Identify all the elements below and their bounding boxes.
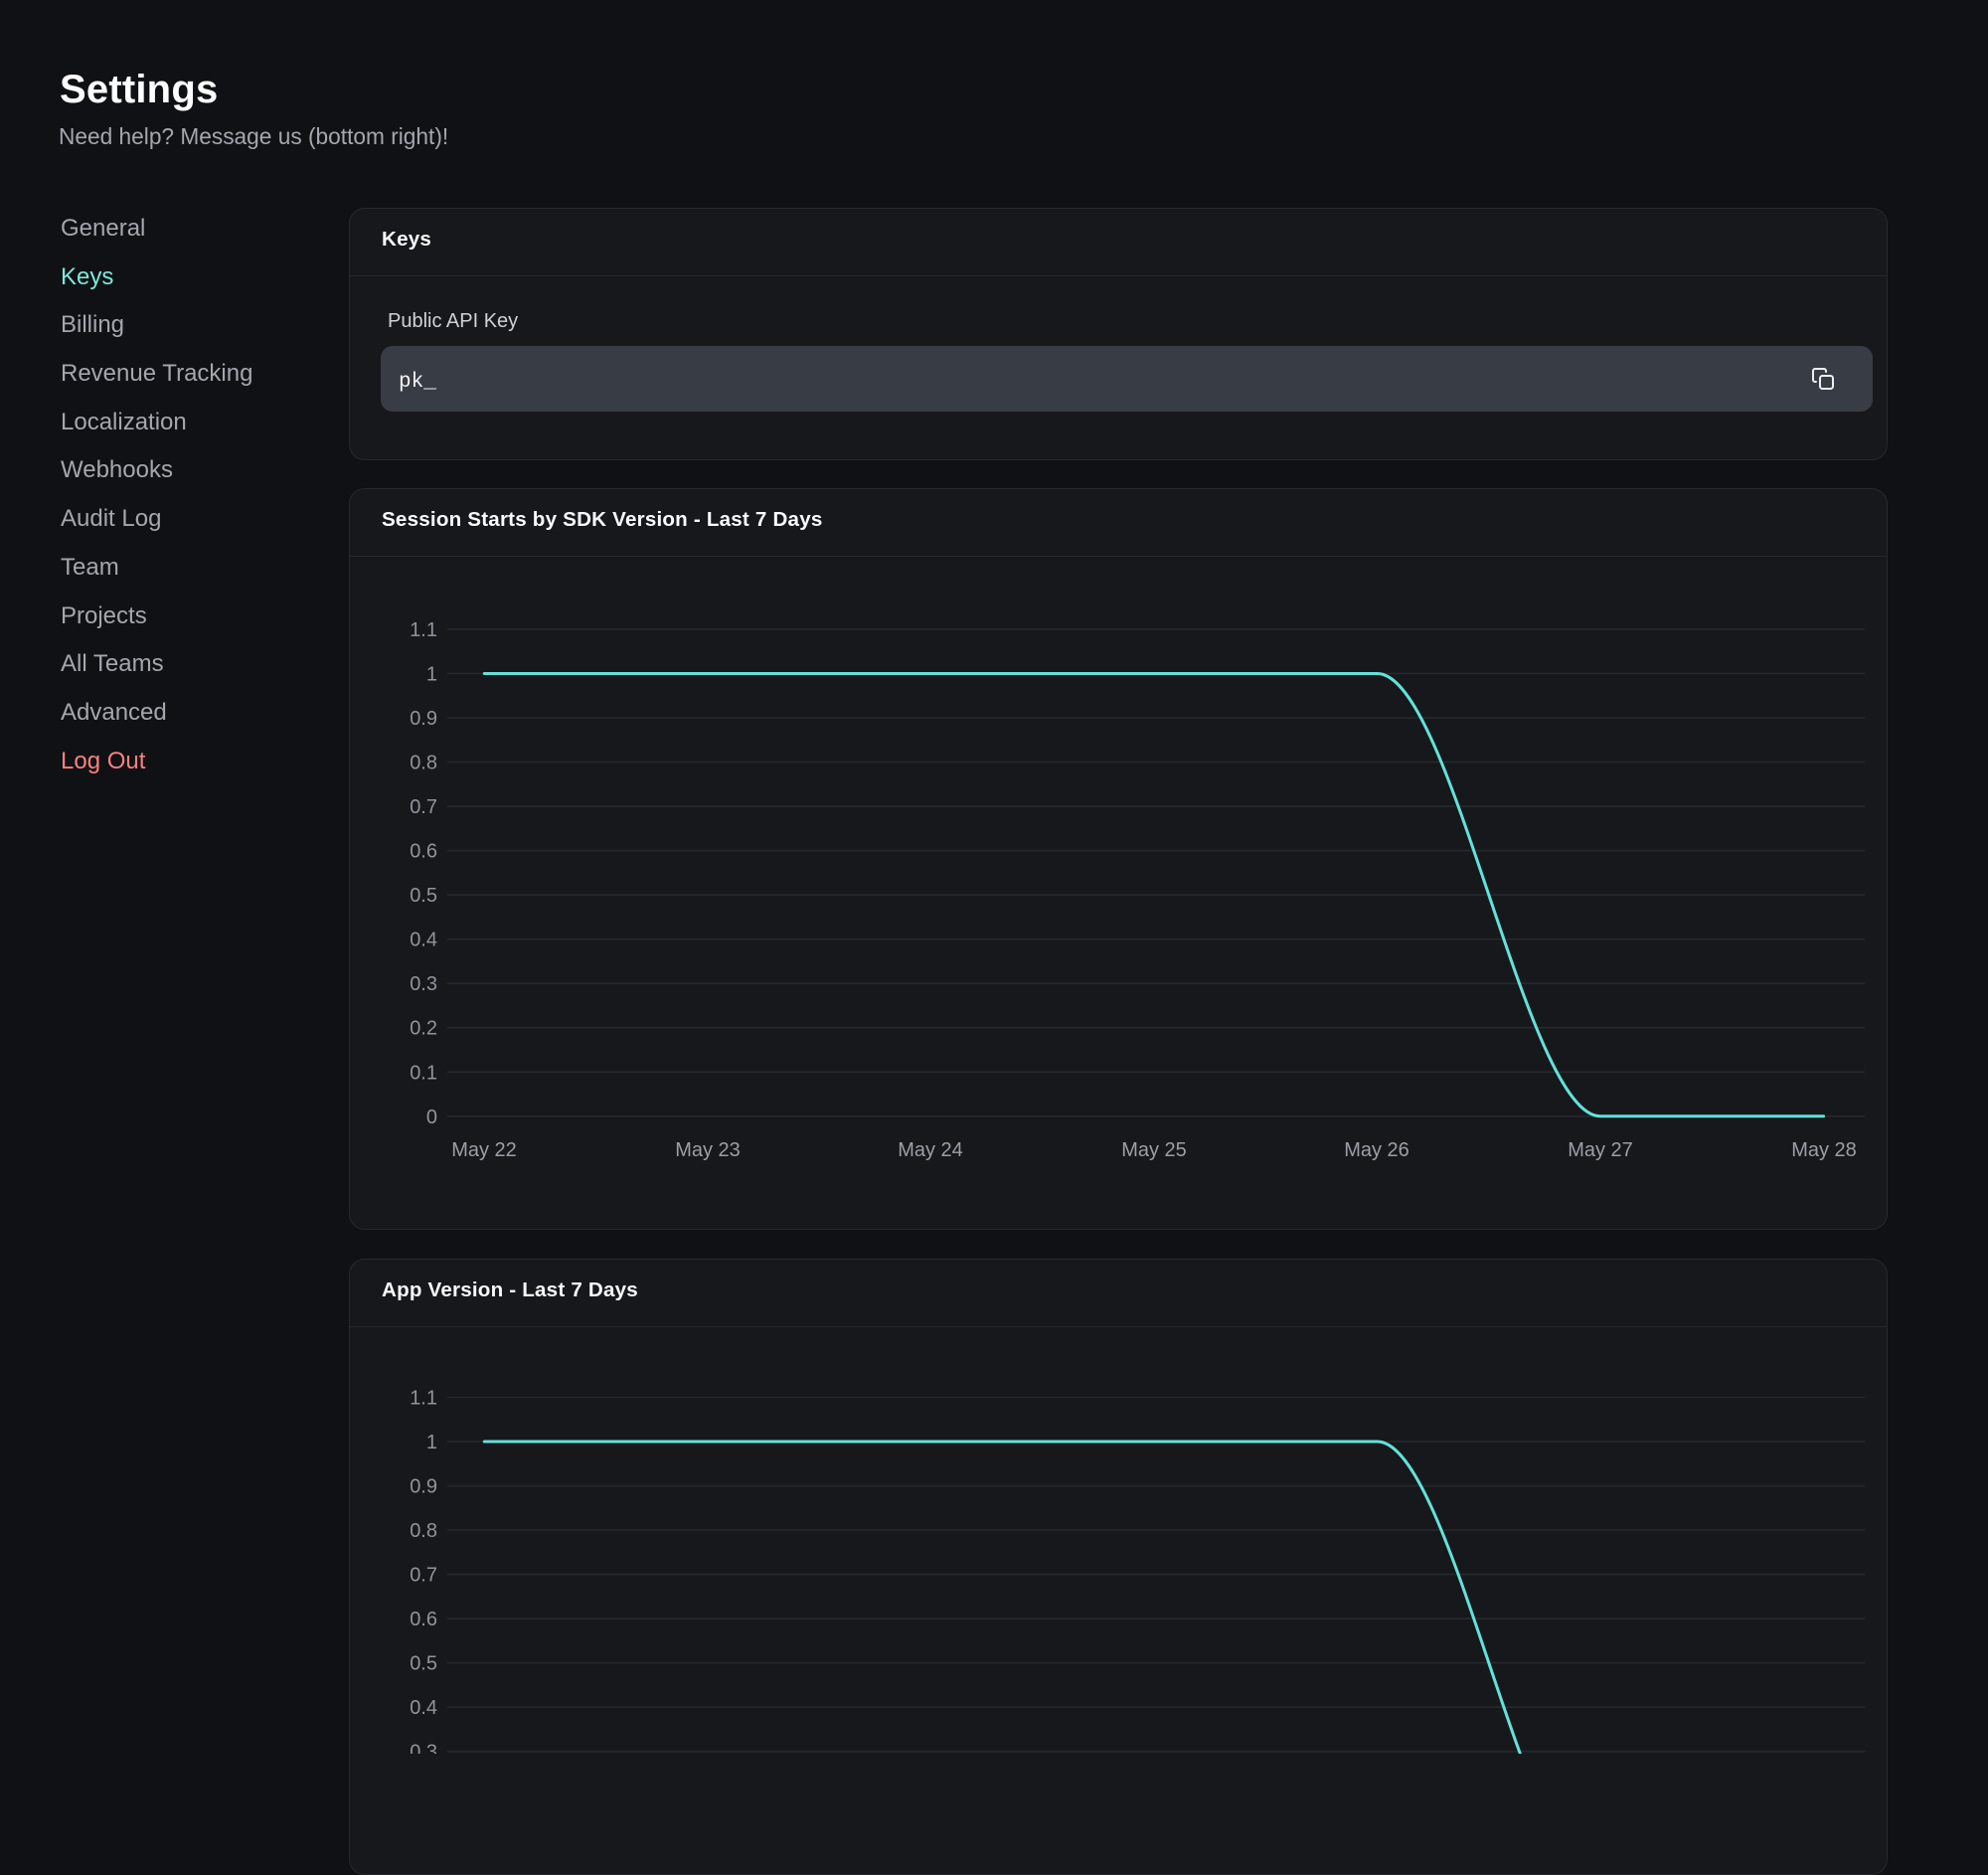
svg-text:1.1: 1.1 xyxy=(410,1388,437,1410)
svg-text:0.7: 0.7 xyxy=(410,1565,437,1587)
svg-text:0.9: 0.9 xyxy=(410,1476,437,1498)
svg-text:0.6: 0.6 xyxy=(410,1609,437,1630)
svg-text:0.3: 0.3 xyxy=(410,1742,437,1754)
svg-text:0.4: 0.4 xyxy=(410,1697,437,1719)
svg-text:0.5: 0.5 xyxy=(410,1653,437,1675)
svg-text:1: 1 xyxy=(426,1432,437,1453)
svg-text:0.8: 0.8 xyxy=(410,1520,437,1542)
